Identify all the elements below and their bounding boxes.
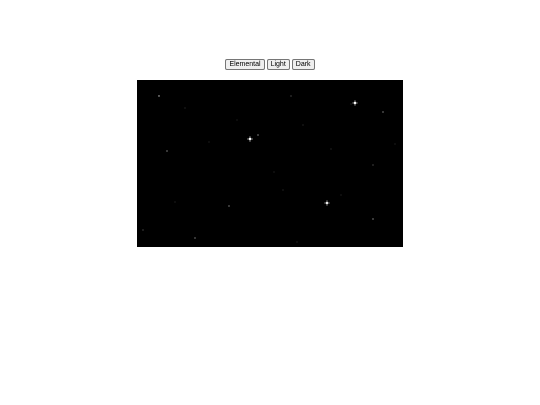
star xyxy=(158,95,160,97)
star xyxy=(142,229,144,231)
theme-button-group: Elemental Light Dark xyxy=(0,59,540,70)
starfield-canvas[interactable] xyxy=(137,80,403,247)
star xyxy=(372,218,374,220)
star xyxy=(166,150,168,152)
star xyxy=(194,237,196,239)
star xyxy=(174,201,176,203)
bright-star xyxy=(324,200,330,206)
star xyxy=(273,171,275,173)
star xyxy=(296,241,298,243)
star xyxy=(282,189,284,191)
star xyxy=(350,103,352,105)
bright-star xyxy=(352,100,358,106)
elemental-button[interactable]: Elemental xyxy=(225,59,265,70)
star xyxy=(302,124,304,126)
page: Elemental Light Dark xyxy=(0,0,540,405)
star xyxy=(236,119,238,121)
star xyxy=(208,141,210,143)
star xyxy=(340,194,342,196)
starfield xyxy=(142,95,396,243)
star xyxy=(184,107,186,109)
star xyxy=(290,95,292,97)
star xyxy=(382,111,384,113)
star xyxy=(228,205,230,207)
star xyxy=(394,143,396,145)
star xyxy=(257,134,259,136)
light-button[interactable]: Light xyxy=(266,59,290,70)
bright-star xyxy=(247,136,253,142)
star xyxy=(330,148,332,150)
dark-button[interactable]: Dark xyxy=(291,59,315,70)
star xyxy=(372,164,374,166)
